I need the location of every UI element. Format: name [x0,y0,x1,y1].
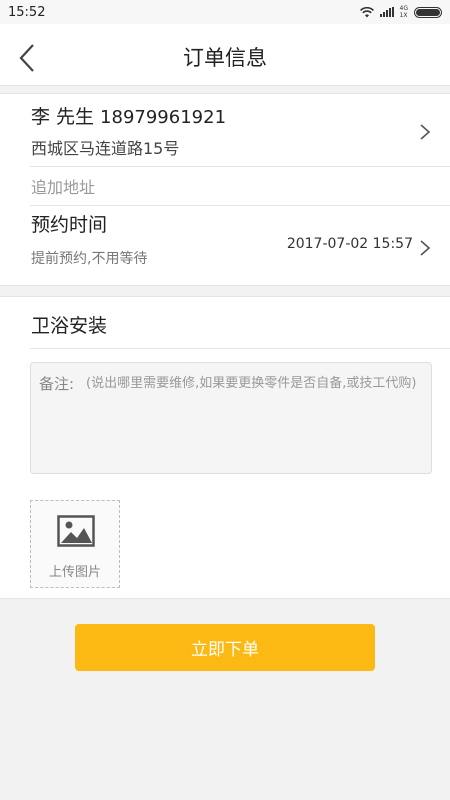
notes-textarea[interactable]: 备注: (说出哪里需要维修,如果要更换零件是否自备,或技工代购) [30,362,432,474]
add-address-link[interactable]: 追加地址 [31,174,95,198]
signal-icon [379,7,394,17]
contact-phone: 18979961921 [100,107,227,128]
page-title: 订单信息 [183,46,267,70]
order-info-card: 李 先生 18979961921 西城区马连道路15号 追加地址 预约时间 提前预… [0,93,450,286]
nav-bar: 订单信息 [0,24,450,86]
network-type: 4G 1X [400,5,408,19]
divider [30,166,450,167]
submit-order-button[interactable]: 立即下单 [75,624,375,671]
status-bar: 15:52 4G 1X [0,0,450,24]
contact-row[interactable]: 李 先生 18979961921 西城区马连道路15号 [0,94,450,166]
notes-placeholder: (说出哪里需要维修,如果要更换零件是否自备,或技工代购) [86,376,417,391]
chevron-right-icon [420,124,431,140]
upload-label: 上传图片 [48,565,101,580]
network-type-bottom: 1X [399,12,408,19]
contact-name: 李 先生 [31,106,95,128]
appointment-subtitle: 提前预约,不用等待 [31,251,148,267]
image-icon [57,515,95,547]
battery-icon [414,6,442,18]
appointment-label: 预约时间 [31,214,108,236]
wifi-icon [359,6,374,17]
chevron-right-icon [420,240,431,256]
contact-name-line: 李 先生 18979961921 [31,102,226,129]
appointment-value: 2017-07-02 15:57 [286,236,413,252]
divider [30,348,450,349]
network-type-top: 4G [399,5,408,12]
appointment-time-row[interactable]: 预约时间 提前预约,不用等待 2017-07-02 15:57 [0,206,450,286]
notes-label: 备注: [39,375,75,393]
upload-image-button[interactable]: 上传图片 [30,500,120,588]
contact-address: 西城区马连道路15号 [31,139,180,158]
service-card: 卫浴安装 备注: (说出哪里需要维修,如果要更换零件是否自备,或技工代购) 上传… [0,296,450,599]
service-name: 卫浴安装 [31,315,108,337]
status-time: 15:52 [8,4,46,20]
status-icons: 4G 1X [359,5,442,19]
